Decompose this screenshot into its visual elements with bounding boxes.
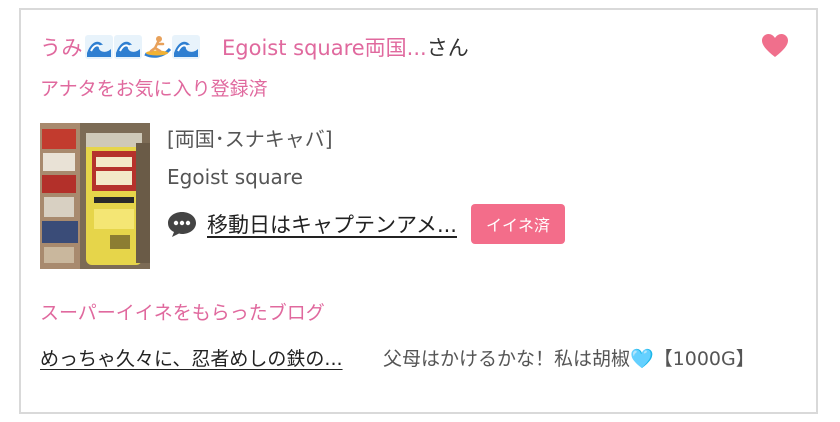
user-emoji-strip xyxy=(85,35,200,59)
drink-can-photo xyxy=(40,123,150,269)
shop-category: [両国･スナキャバ] xyxy=(167,127,333,151)
comment-bubble-icon xyxy=(168,212,196,237)
comment-link[interactable]: 移動日はキャプテンアメ... xyxy=(207,209,457,239)
blog-excerpt: 父母はかけるかな！私は胡椒🩵【1000G】 xyxy=(383,348,755,370)
super-iine-heading: スーパーイイネをもらったブログ xyxy=(40,302,325,324)
wave-icon xyxy=(172,35,200,59)
heart-icon[interactable] xyxy=(762,34,788,58)
card-header: うみ Egoist square両国... さん xyxy=(40,30,469,64)
post-thumbnail[interactable] xyxy=(40,123,150,269)
honorific-text: さん xyxy=(426,36,469,60)
iine-card: うみ Egoist square両国... さん アナタをお気に入り登録済 [両… xyxy=(19,8,818,414)
blog-title-link[interactable]: めっちゃ久々に、忍者めしの鉄の... xyxy=(40,344,350,374)
comment-row: 移動日はキャプテンアメ... イイネ済 xyxy=(167,204,565,244)
shop-name-text: Egoist square xyxy=(167,165,303,189)
iine-done-button[interactable]: イイネ済 xyxy=(470,204,565,244)
wave-icon xyxy=(85,35,113,59)
surfer-icon xyxy=(144,36,171,58)
favorite-status-text: アナタをお気に入り登録済 xyxy=(40,78,268,100)
shop-name-link[interactable]: Egoist square両国... xyxy=(222,32,427,62)
post-info: [両国･スナキャバ] Egoist square xyxy=(167,123,333,189)
user-name-link[interactable]: うみ xyxy=(40,32,83,62)
wave-icon xyxy=(114,35,142,59)
